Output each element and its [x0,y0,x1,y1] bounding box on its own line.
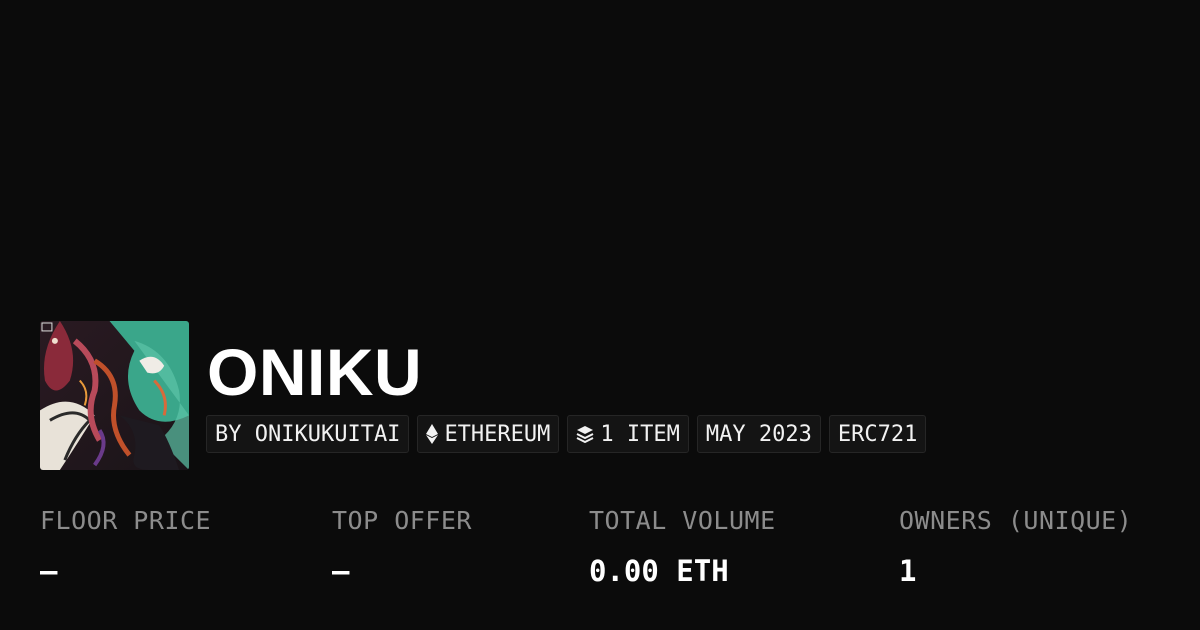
items-label: 1 ITEM [600,421,680,447]
collection-stats: FLOOR PRICE – TOP OFFER – TOTAL VOLUME 0… [0,503,1200,603]
items-badge: 1 ITEM [567,415,689,453]
collection-artwork-image [40,321,189,470]
collection-badges: BY ONIKUKUITAI ETHEREUM 1 ITEM MAY 2023 … [206,415,927,453]
stat-label: TOP OFFER [332,506,472,535]
stat-value: – [332,554,350,588]
stat-value: – [40,554,58,588]
creator-badge[interactable]: BY ONIKUKUITAI [206,415,410,453]
layers-icon [576,425,594,443]
standard-badge: ERC721 [828,415,927,453]
stat-top-offer: TOP OFFER – [332,503,472,589]
creator-label: BY ONIKUKUITAI [215,421,401,447]
date-label: MAY 2023 [705,421,812,447]
collection-avatar[interactable] [40,321,189,470]
chain-label: ETHEREUM [444,421,551,447]
stat-total-volume: TOTAL VOLUME 0.00 ETH [589,503,776,589]
stat-label: FLOOR PRICE [40,506,212,535]
stat-owners: OWNERS (UNIQUE) 1 [899,503,1132,589]
stat-label: TOTAL VOLUME [589,506,776,535]
collection-card: ONIKU BY ONIKUKUITAI ETHEREUM 1 ITEM MAY… [0,0,1200,630]
ethereum-icon [426,424,439,444]
collection-title: ONIKU [207,335,423,409]
standard-label: ERC721 [837,421,918,447]
stat-value: 0.00 ETH [589,554,729,588]
stat-floor-price: FLOOR PRICE – [40,503,211,589]
date-badge: MAY 2023 [696,415,821,453]
chain-badge: ETHEREUM [417,415,560,453]
stat-value: 1 [899,554,917,588]
stat-label: OWNERS (UNIQUE) [899,506,1133,535]
